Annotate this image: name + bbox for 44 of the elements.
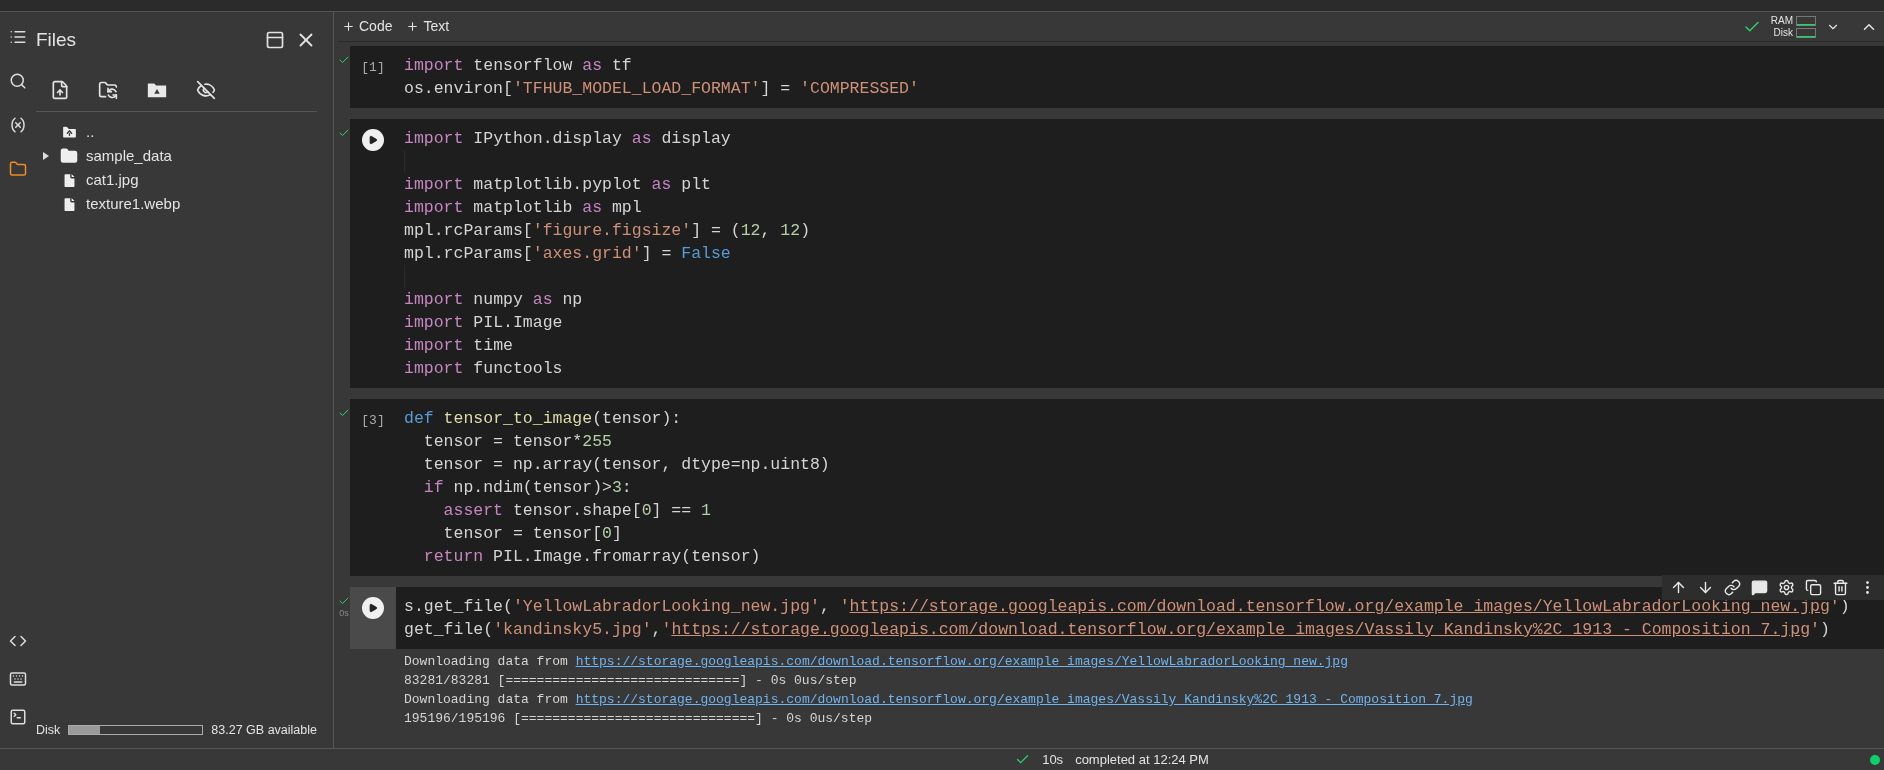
code-line: tensor = tensor*255 — [422, 431, 612, 453]
output-text: 195196/195196 [==============================] - 0s 0us/step — [404, 710, 873, 728]
resource-monitor[interactable]: RAM Disk — [1770, 15, 1816, 38]
code-line: def tensor_to_image(tensor): — [404, 408, 682, 430]
disk-available: 83.27 GB available — [211, 721, 317, 739]
file-tree-item[interactable]: texture1.webp — [36, 192, 317, 216]
output-text: 83281/83281 [==============================] - 0s 0us/step — [404, 672, 857, 690]
code-line: mpl.rcParams['figure.figsize'] = (12, 12) — [404, 220, 811, 242]
file-tree-item[interactable]: .. — [36, 120, 317, 144]
execution-count: [3] — [361, 412, 385, 430]
execution-count: [1] — [361, 59, 385, 77]
code-line: if np.ndim(tensor)>3: — [422, 477, 632, 499]
code-line: import tensorflow as tf — [404, 55, 632, 77]
resource-label: Disk — [1773, 27, 1793, 38]
code-line: import functools — [404, 358, 563, 380]
code-cell[interactable]: [3] def tensor_to_image(tensor): tensor = tensor*255 tensor = np.array(tensor, dtype=np.uint8) if np.ndim(tensor)>3: assert tensor.shape[0] == 1 tensor = tensor[0] return PIL.Image.fromarray(tensor) — [350, 399, 1884, 576]
code-line: import IPython.display as display — [404, 128, 731, 150]
add-cell-button[interactable]: Code — [342, 16, 393, 37]
code-cell[interactable]: [1] import tensorflow as tf os.environ['TFHUB_MODEL_LOAD_FORMAT'] = 'COMPRESSED' — [350, 46, 1884, 108]
output-link[interactable]: https://storage.googleapis.com/download.tensorflow.org/example_images/YellowLabradorLooking_new.jpg — [575, 652, 1348, 671]
status-message: completed at 12:24 PM — [1075, 750, 1209, 769]
code-line: os.environ['TFHUB_MODEL_LOAD_FORMAT'] = 'COMPRESSED' — [404, 78, 919, 100]
code-line: tensor = tensor[0] — [442, 523, 622, 545]
code-line: import PIL.Image — [404, 312, 563, 334]
run-duration: 0s — [339, 607, 349, 620]
code-line: return PIL.Image.fromarray(tensor) — [422, 546, 761, 568]
output-text: Downloading data from — [404, 691, 569, 709]
code-line: get_file('kandinsky5.jpg','https://storage.googleapis.com/download.tensorflow.org/example_images/Vassily_Kandinsky%2C_1913_-_Composition_7.jpg') — [404, 619, 1830, 641]
code-line: import matplotlib as mpl — [404, 197, 642, 219]
output-text: Downloading data from — [404, 653, 569, 671]
code-line: assert tensor.shape[0] == 1 — [442, 500, 711, 522]
code-line: tensor = np.array(tensor, dtype=np.uint8) — [422, 454, 830, 476]
run-duration: 10s — [1042, 750, 1064, 769]
code-line: import numpy as np — [404, 289, 583, 311]
file-tree-item[interactable]: cat1.jpg — [36, 168, 317, 192]
disk-label: Disk — [36, 721, 61, 739]
output-link[interactable]: https://storage.googleapis.com/download.tensorflow.org/example_images/Vassily_Kandinsky%2C_1913_-_Composition_7.jpg — [575, 690, 1473, 709]
code-line: import time — [404, 335, 513, 357]
panel-title: Files — [36, 27, 77, 52]
code-line: mpl.rcParams['axes.grid'] = False — [404, 243, 731, 265]
code-line: import matplotlib.pyplot as plt — [404, 174, 711, 196]
file-tree-item[interactable]: sample_data — [36, 144, 317, 168]
add-cell-button[interactable]: Text — [406, 16, 450, 37]
resource-label: RAM — [1770, 15, 1793, 26]
